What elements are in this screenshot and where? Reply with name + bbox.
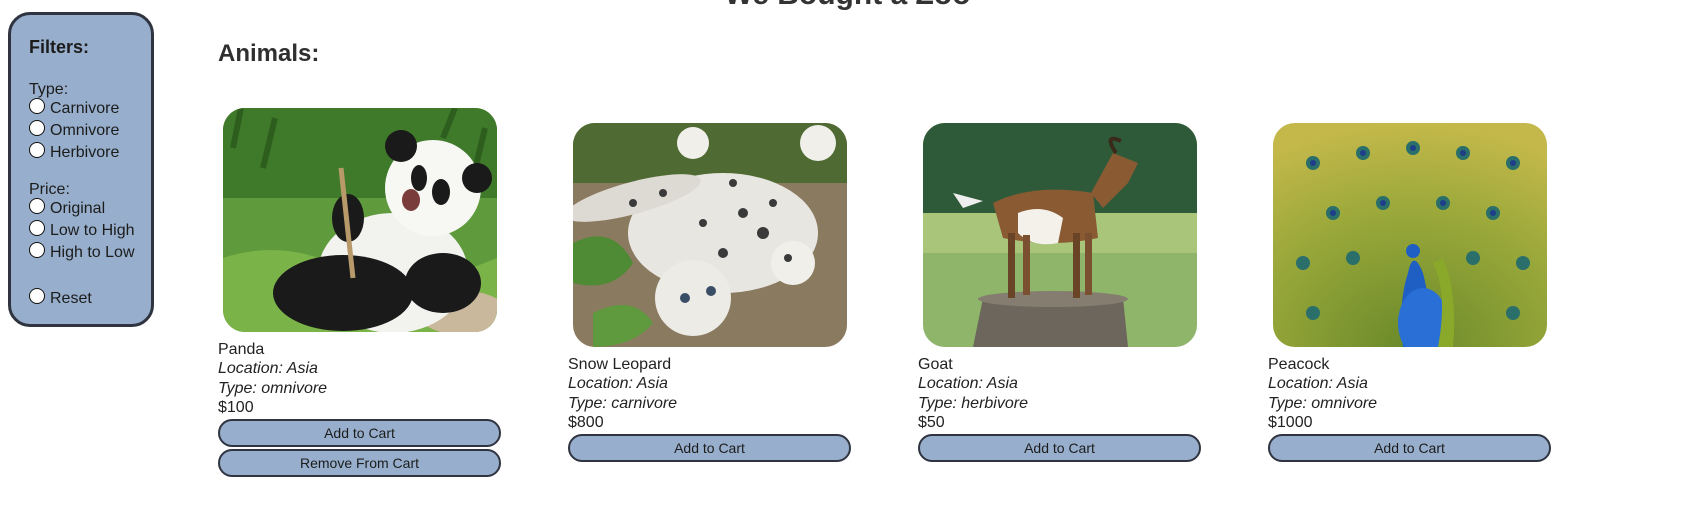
peacock-image [1273, 123, 1547, 347]
carnivore-radio[interactable] [29, 98, 45, 114]
animal-name: Peacock [1268, 356, 1330, 373]
animal-price: $1000 [1268, 414, 1313, 431]
filters-heading: Filters: [29, 37, 90, 57]
omnivore-label: Omnivore [50, 122, 120, 139]
sort-low-to-high[interactable]: Low to High [29, 220, 151, 244]
sort-high-to-low[interactable]: High to Low [29, 242, 151, 266]
animal-type: Type: carnivore [568, 394, 678, 412]
animal-type: Type: omnivore [218, 379, 328, 397]
animal-card-peacock: Peacock Location: Asia Type: omnivore $1… [1268, 123, 1552, 462]
animal-card-snow-leopard: Snow Leopard Location: Asia Type: carniv… [568, 123, 852, 462]
animal-location: Location: Asia [1268, 375, 1368, 392]
herbivore-label: Herbivore [50, 144, 120, 161]
animal-price: $50 [918, 414, 945, 431]
animal-name: Panda [218, 341, 265, 358]
page-title: We Bought a Zoo [0, 0, 1695, 12]
add-to-cart-button[interactable]: Add to Cart [1268, 434, 1551, 462]
add-to-cart-button[interactable]: Add to Cart [218, 419, 501, 447]
add-to-cart-button[interactable]: Add to Cart [568, 434, 851, 462]
omnivore-radio[interactable] [29, 120, 45, 136]
add-to-cart-button[interactable]: Add to Cart [918, 434, 1201, 462]
animal-name: Goat [918, 356, 953, 373]
original-label: Original [50, 200, 106, 217]
herbivore-radio[interactable] [29, 142, 45, 158]
animal-name: Snow Leopard [568, 356, 672, 373]
goat-image [923, 123, 1197, 347]
sort-original[interactable]: Original [29, 198, 151, 222]
low-to-high-label: Low to High [50, 222, 135, 239]
animal-card-panda: Panda Location: Asia Type: omnivore $100… [218, 108, 502, 477]
remove-from-cart-button[interactable]: Remove From Cart [218, 449, 501, 477]
animal-type: Type: omnivore [1268, 394, 1378, 412]
reset-radio[interactable] [29, 288, 45, 304]
filters-panel: Filters: Type: Carnivore Omnivore Herbiv… [8, 12, 154, 327]
animal-location: Location: Asia [568, 375, 668, 392]
animal-location: Location: Asia [218, 360, 318, 377]
animal-location: Location: Asia [918, 375, 1018, 392]
original-radio[interactable] [29, 198, 45, 214]
panda-image [223, 108, 497, 332]
snow-leopard-image [573, 123, 847, 347]
high-to-low-label: High to Low [50, 244, 135, 261]
animals-heading: Animals: [218, 40, 320, 67]
filter-herbivore[interactable]: Herbivore [29, 142, 151, 166]
animal-price: $100 [218, 399, 254, 416]
type-filter-label: Type: [29, 81, 69, 98]
low-to-high-radio[interactable] [29, 220, 45, 236]
carnivore-label: Carnivore [50, 100, 120, 117]
filter-omnivore[interactable]: Omnivore [29, 120, 151, 144]
filter-reset[interactable]: Reset [29, 288, 151, 312]
high-to-low-radio[interactable] [29, 242, 45, 258]
reset-label: Reset [50, 290, 92, 307]
animal-card-goat: Goat Location: Asia Type: herbivore $50 … [918, 123, 1202, 462]
filter-carnivore[interactable]: Carnivore [29, 98, 151, 122]
price-filter-label: Price: [29, 181, 70, 198]
animal-price: $800 [568, 414, 604, 431]
animal-type: Type: herbivore [918, 394, 1028, 412]
